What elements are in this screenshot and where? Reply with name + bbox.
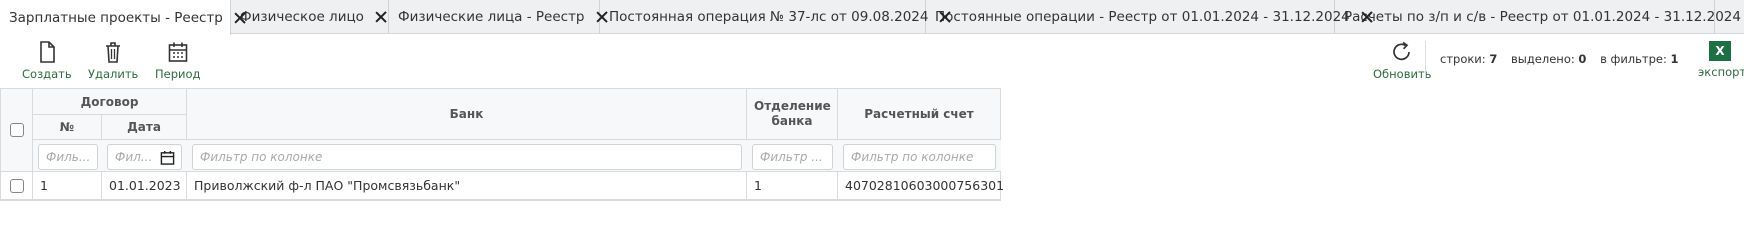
data-grid: Договор № Дата Банк Отделение банка Расч… [0,88,1004,201]
rows-value: 7 [1489,52,1498,66]
tab-bar: Зарплатные проекты - Реестр Физическое л… [0,0,1744,35]
tab-individual[interactable]: Физическое лицо [231,0,389,34]
tab-label: Постоянные операции - Реестр от 01.01.20… [935,9,1350,25]
row-checkbox[interactable] [10,178,24,193]
create-label: Создать [22,67,72,81]
delete-button[interactable]: Удалить [88,41,138,81]
tab-permanent-operation[interactable]: Постоянная операция № 37-лс от 09.08.202… [600,0,929,34]
filter-input-num[interactable]: Филь... [38,144,98,170]
filter-input-branch[interactable]: Фильтр ... [752,144,833,170]
row-cell-bank: Приволжский ф-л ПАО "Промсвязьбанк" [187,172,747,200]
period-button[interactable]: Период [155,41,200,81]
row-cell-account: 40702810603000756301 [838,172,1004,200]
column-num-label: № [59,120,75,134]
period-label: Период [155,67,201,81]
column-date-label: Дата [127,120,161,134]
tab-label: Зарплатные проекты - Реестр [9,9,223,26]
trash-icon [106,42,121,63]
contract-group-label: Договор [80,94,139,109]
tab-salary-calculations[interactable]: Расчеты по з/п и с/в - Реестр от 01.01.2… [1335,0,1741,34]
calendar-icon [160,150,175,165]
filter-input-bank[interactable]: Фильтр по колонке [192,144,742,170]
excel-icon[interactable]: X [1709,41,1731,61]
tab-label: Физическое лицо [240,9,364,25]
selected-value: 0 [1578,52,1587,66]
tab-permanent-operations-registry[interactable]: Постоянные операции - Реестр от 01.01.20… [926,0,1350,34]
delete-label: Удалить [88,67,139,81]
filter-count-label: в фильтре: [1600,52,1667,66]
row-cell-branch: 1 [747,172,838,200]
rows-label: строки: [1440,52,1486,66]
column-header-account[interactable]: Расчетный счет [838,89,1001,140]
filter-count-value: 1 [1670,52,1679,66]
row-stats: строки: 7 выделено: 0 в фильтре: 1 [1440,52,1689,66]
create-button[interactable]: Создать [22,41,72,81]
refresh-icon [1393,41,1411,61]
tab-label: Физические лица - Реестр [398,9,585,25]
column-header-num[interactable]: № [33,115,102,140]
column-header-branch[interactable]: Отделение банка [747,89,838,140]
export-label[interactable]: экспорт [1698,65,1744,79]
column-header-date[interactable]: Дата [102,115,187,140]
row-cell-date: 01.01.2023 [102,172,187,200]
tab-label: Расчеты по з/п и с/в - Реестр от 01.01.2… [1344,9,1741,25]
select-all-checkbox[interactable] [9,123,24,137]
filter-input-account[interactable]: Фильтр по колонке [843,144,996,170]
filter-date-calendar[interactable] [154,144,182,170]
table-row[interactable] [1,172,33,200]
document-icon [40,41,55,63]
refresh-button[interactable]: Обновить [1373,41,1431,81]
tab-label: Постоянная операция № 37-лс от 09.08.202… [609,9,929,25]
selected-label: выделено: [1510,52,1575,66]
column-bank-label: Банк [449,107,484,121]
row-cell-num: 1 [33,172,102,200]
tab-salary-projects[interactable]: Зарплатные проекты - Реестр [0,0,231,35]
column-branch-label: Отделение банка [754,99,831,128]
filter-input-date[interactable]: Фил... [107,144,155,170]
tab-individuals-registry[interactable]: Физические лица - Реестр [389,0,600,34]
select-all-cell [1,89,33,172]
refresh-label: Обновить [1373,67,1432,81]
column-account-label: Расчетный счет [864,107,974,121]
toolbar-divider [1425,41,1426,79]
close-icon[interactable] [374,10,378,24]
column-header-bank[interactable]: Банк [187,89,747,140]
calendar-icon [168,42,188,62]
contract-group-header: Договор [33,89,187,115]
